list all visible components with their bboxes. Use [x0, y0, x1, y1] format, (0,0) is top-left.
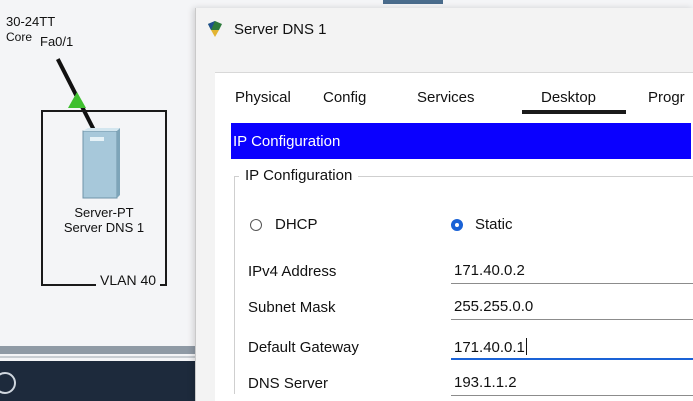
ipv4-address-field[interactable]: 171.40.0.2 [451, 258, 693, 284]
bottom-toolbar [0, 361, 205, 401]
dns-server-label: DNS Server [248, 375, 329, 392]
server-type-label: Server-PT [74, 205, 134, 220]
tab-bar: Physical Config Services Desktop Progr [215, 72, 693, 117]
default-gateway-field[interactable]: 171.40.0.1 [451, 334, 693, 360]
vlan-label: VLAN 40 [96, 272, 161, 288]
dns-server-value: 193.1.1.2 [454, 374, 517, 391]
switch-label: 30-24TT [6, 14, 56, 29]
panel-header-title: IP Configuration [233, 133, 341, 150]
server-node-label: Server-PT Server DNS 1 [44, 205, 164, 235]
tab-services[interactable]: Services [417, 89, 475, 106]
tab-physical[interactable]: Physical [235, 89, 291, 106]
dhcp-radio[interactable] [250, 219, 262, 231]
dns-server-field[interactable]: 193.1.1.2 [451, 370, 693, 396]
server-icon[interactable] [82, 128, 120, 200]
subnet-mask-label: Subnet Mask [248, 299, 336, 316]
ipv4-address-value: 171.40.0.2 [454, 262, 525, 279]
port-label: Fa0/1 [40, 34, 74, 49]
switch-sublabel: Core [6, 30, 33, 44]
ipv4-address-label: IPv4 Address [248, 263, 337, 280]
server-name-label: Server DNS 1 [63, 220, 145, 235]
tab-config[interactable]: Config [323, 89, 366, 106]
packet-tracer-icon [208, 21, 222, 37]
window-title: Server DNS 1 [234, 21, 327, 38]
panel-header: IP Configuration [231, 123, 691, 159]
tab-programming[interactable]: Progr [648, 89, 685, 106]
canvas-divider [0, 346, 200, 354]
static-label[interactable]: Static [475, 216, 513, 233]
link-status-icon [68, 92, 86, 108]
canvas-divider-line [0, 356, 200, 358]
tab-desktop[interactable]: Desktop [541, 89, 596, 106]
text-caret [525, 338, 527, 355]
subnet-mask-field[interactable]: 255.255.0.0 [451, 294, 693, 320]
window-titlebar[interactable]: Server DNS 1 [196, 8, 693, 52]
group-title: IP Configuration [239, 167, 359, 184]
default-gateway-label: Default Gateway [248, 339, 359, 356]
subnet-mask-value: 255.255.0.0 [454, 298, 534, 315]
ip-config-group [234, 176, 693, 394]
dhcp-label[interactable]: DHCP [275, 216, 318, 233]
default-gateway-value: 171.40.0.1 [454, 339, 525, 356]
static-radio[interactable] [451, 219, 463, 231]
canvas-top-strip [383, 0, 443, 4]
tab-active-indicator [522, 110, 626, 114]
